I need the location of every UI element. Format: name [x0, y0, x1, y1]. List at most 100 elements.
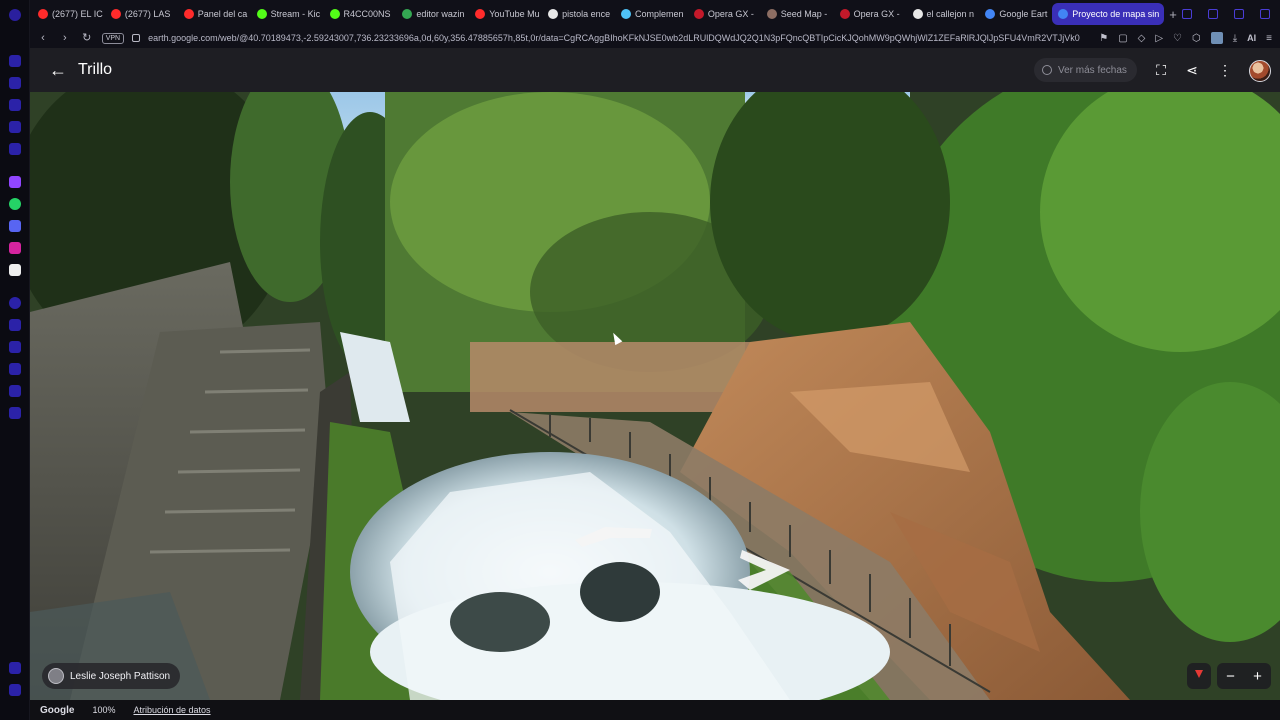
sidebar-app-icon[interactable]: [9, 297, 21, 309]
twitch-icon[interactable]: [9, 176, 21, 188]
search-tabs-icon[interactable]: [1182, 9, 1193, 19]
sidebar-app-icon[interactable]: [9, 363, 21, 375]
back-arrow-icon[interactable]: ←: [38, 60, 78, 81]
whatsapp-icon[interactable]: [9, 198, 21, 210]
sidebar-app-icon[interactable]: [9, 341, 21, 353]
browser-tab[interactable]: YouTube Mu: [469, 3, 542, 25]
sidebar-app-icon[interactable]: [9, 385, 21, 397]
street-view-panorama[interactable]: Leslie Joseph Pattison − +: [30, 92, 1280, 700]
close-window-icon[interactable]: [1260, 9, 1271, 19]
menu-icon[interactable]: ≡: [1266, 33, 1272, 44]
tab-label: Seed Map -: [780, 9, 828, 19]
tab-label: R4CC00NS: [343, 9, 391, 19]
play-icon[interactable]: ▷: [1155, 33, 1163, 44]
browser-tab[interactable]: Complemen: [615, 3, 688, 25]
tab-label: (2677) LAS: [124, 9, 171, 19]
zoom-level: 100%: [92, 705, 116, 715]
browser-tab[interactable]: (2677) EL IC: [32, 3, 105, 25]
sidebar-app-icon[interactable]: [9, 121, 21, 133]
earth-header: ← Trillo Ver más fechas ⛶ ⋖ ⋮: [30, 48, 1280, 92]
sidebar-app-icon[interactable]: [9, 77, 21, 89]
instagram-icon[interactable]: [9, 242, 21, 254]
more-options-icon[interactable]: ⋮: [1215, 60, 1235, 80]
snapshot-icon[interactable]: ▢: [1118, 33, 1127, 44]
sidebar-app-icon[interactable]: [9, 319, 21, 331]
browser-tab[interactable]: Google Eart: [979, 3, 1052, 25]
zoom-in-button[interactable]: +: [1253, 668, 1262, 685]
tab-bar: (2677) EL IC (2677) LAS Panel del ca Stream…: [30, 0, 1280, 28]
page-title: Trillo: [78, 61, 113, 78]
back-icon[interactable]: ‹: [36, 28, 50, 48]
url-field[interactable]: earth.google.com/web/@40.70189473,-2.592…: [148, 33, 1091, 43]
fullscreen-icon[interactable]: ⛶: [1151, 60, 1171, 80]
tab-label: Opera GX -: [707, 9, 754, 19]
earth-footer: Google 100% Atribución de datos: [30, 700, 1280, 720]
tab-favicon-icon: [110, 9, 121, 19]
tab-favicon-icon: [329, 9, 340, 19]
google-brand: Google: [40, 704, 75, 716]
tab-label: Opera GX -: [853, 9, 900, 19]
sidebar-app-icon[interactable]: [9, 99, 21, 111]
forward-icon[interactable]: ›: [58, 28, 72, 48]
tiktok-icon[interactable]: [9, 264, 21, 276]
browser-sidebar: [0, 0, 30, 720]
vpn-badge[interactable]: VPN: [101, 32, 125, 44]
tab-favicon-icon: [693, 9, 704, 19]
browser-tab[interactable]: Opera GX -: [834, 3, 907, 25]
new-tab-button[interactable]: +: [1164, 7, 1182, 22]
tab-favicon-icon: [1058, 9, 1069, 19]
bookmark-icon[interactable]: ⚑: [1099, 33, 1108, 44]
photo-author-chip[interactable]: Leslie Joseph Pattison: [42, 663, 181, 689]
sidebar-app-icon[interactable]: [9, 55, 21, 67]
tab-label: Panel del ca: [197, 9, 248, 19]
browser-tab[interactable]: Stream - Kic: [251, 3, 324, 25]
sidebar-settings-icon[interactable]: [9, 662, 21, 674]
browser-tab[interactable]: R4CC00NS: [324, 3, 397, 25]
discord-icon[interactable]: [9, 220, 21, 232]
avatar[interactable]: [1249, 60, 1271, 82]
zoom-out-button[interactable]: −: [1226, 668, 1235, 685]
panorama-image: [30, 92, 1280, 700]
browser-tab[interactable]: Panel del ca: [178, 3, 251, 25]
compass-icon[interactable]: [1187, 663, 1211, 689]
browser-tab[interactable]: (2677) LAS: [105, 3, 178, 25]
sidebar-app-icon[interactable]: [9, 143, 21, 155]
data-attribution-link[interactable]: Atribución de datos: [133, 705, 210, 715]
puzzle-icon[interactable]: ⬡: [1192, 33, 1201, 44]
maximize-icon[interactable]: [1234, 9, 1245, 19]
tab-favicon-icon: [548, 9, 559, 19]
lock-icon[interactable]: [132, 34, 141, 42]
sidebar-app-icon[interactable]: [9, 407, 21, 419]
more-dates-button[interactable]: Ver más fechas: [1034, 58, 1137, 82]
tab-favicon-icon: [839, 9, 850, 19]
tab-favicon-icon: [475, 9, 486, 19]
profile-image-icon[interactable]: [1210, 32, 1223, 44]
tab-label: editor wazin: [416, 9, 465, 19]
browser-tab[interactable]: Opera GX -: [688, 3, 761, 25]
reload-icon[interactable]: ↻: [80, 28, 94, 48]
tab-label: YouTube Mu: [489, 9, 540, 19]
author-name: Leslie Joseph Pattison: [70, 670, 171, 682]
tab-favicon-icon: [402, 9, 413, 19]
browser-tab[interactable]: editor wazin: [396, 3, 469, 25]
tab-favicon-icon: [183, 9, 194, 19]
download-icon[interactable]: ⤓: [1233, 33, 1237, 44]
extension-icon[interactable]: ◇: [1138, 33, 1146, 44]
heart-icon[interactable]: ♡: [1173, 33, 1182, 44]
tab-label: Google Eart: [999, 9, 1048, 19]
history-icon: [1042, 65, 1052, 75]
browser-tab[interactable]: el callejon n: [907, 3, 980, 25]
address-bar-tools: ⚑ ▢ ◇ ▷ ♡ ⬡ ⤓ AI ≡: [1099, 32, 1280, 44]
tab-label: Proyecto de mapa sin: [1072, 9, 1160, 19]
sidebar-more-icon[interactable]: [9, 684, 21, 696]
tab-favicon-icon: [912, 9, 923, 19]
share-icon[interactable]: ⋖: [1182, 60, 1202, 80]
browser-tab[interactable]: pistola ence: [542, 3, 615, 25]
minimize-icon[interactable]: [1208, 9, 1219, 19]
browser-tab[interactable]: Seed Map -: [761, 3, 834, 25]
ai-button[interactable]: AI: [1247, 33, 1256, 43]
opera-logo-icon[interactable]: [9, 9, 21, 21]
tab-label: (2677) EL IC: [52, 9, 103, 19]
more-dates-label: Ver más fechas: [1058, 64, 1127, 76]
browser-tab[interactable]: Proyecto de mapa sin: [1052, 3, 1165, 25]
